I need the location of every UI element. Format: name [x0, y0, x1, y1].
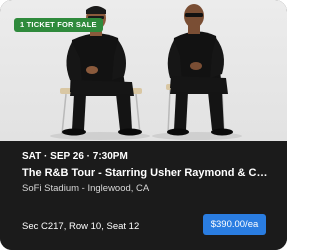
- event-venue: SoFi Stadium - Inglewood, CA: [22, 183, 150, 194]
- event-title[interactable]: The R&B Tour - Starring Usher Raymond & …: [22, 167, 272, 179]
- listing-details: SAT · SEP 26 · 7:30PM The R&B Tour - Sta…: [0, 141, 287, 250]
- ticket-listing-card[interactable]: 1 TICKET FOR SALE SAT · SEP 26 · 7:30PM …: [0, 0, 287, 250]
- event-date: SAT · SEP 26 · 7:30PM: [22, 151, 128, 162]
- tickets-for-sale-badge: 1 TICKET FOR SALE: [14, 18, 103, 32]
- seat-info: Sec C217, Row 10, Seat 12: [22, 221, 140, 232]
- event-photo: 1 TICKET FOR SALE: [0, 0, 287, 141]
- price-button[interactable]: $390.00/ea: [203, 214, 266, 235]
